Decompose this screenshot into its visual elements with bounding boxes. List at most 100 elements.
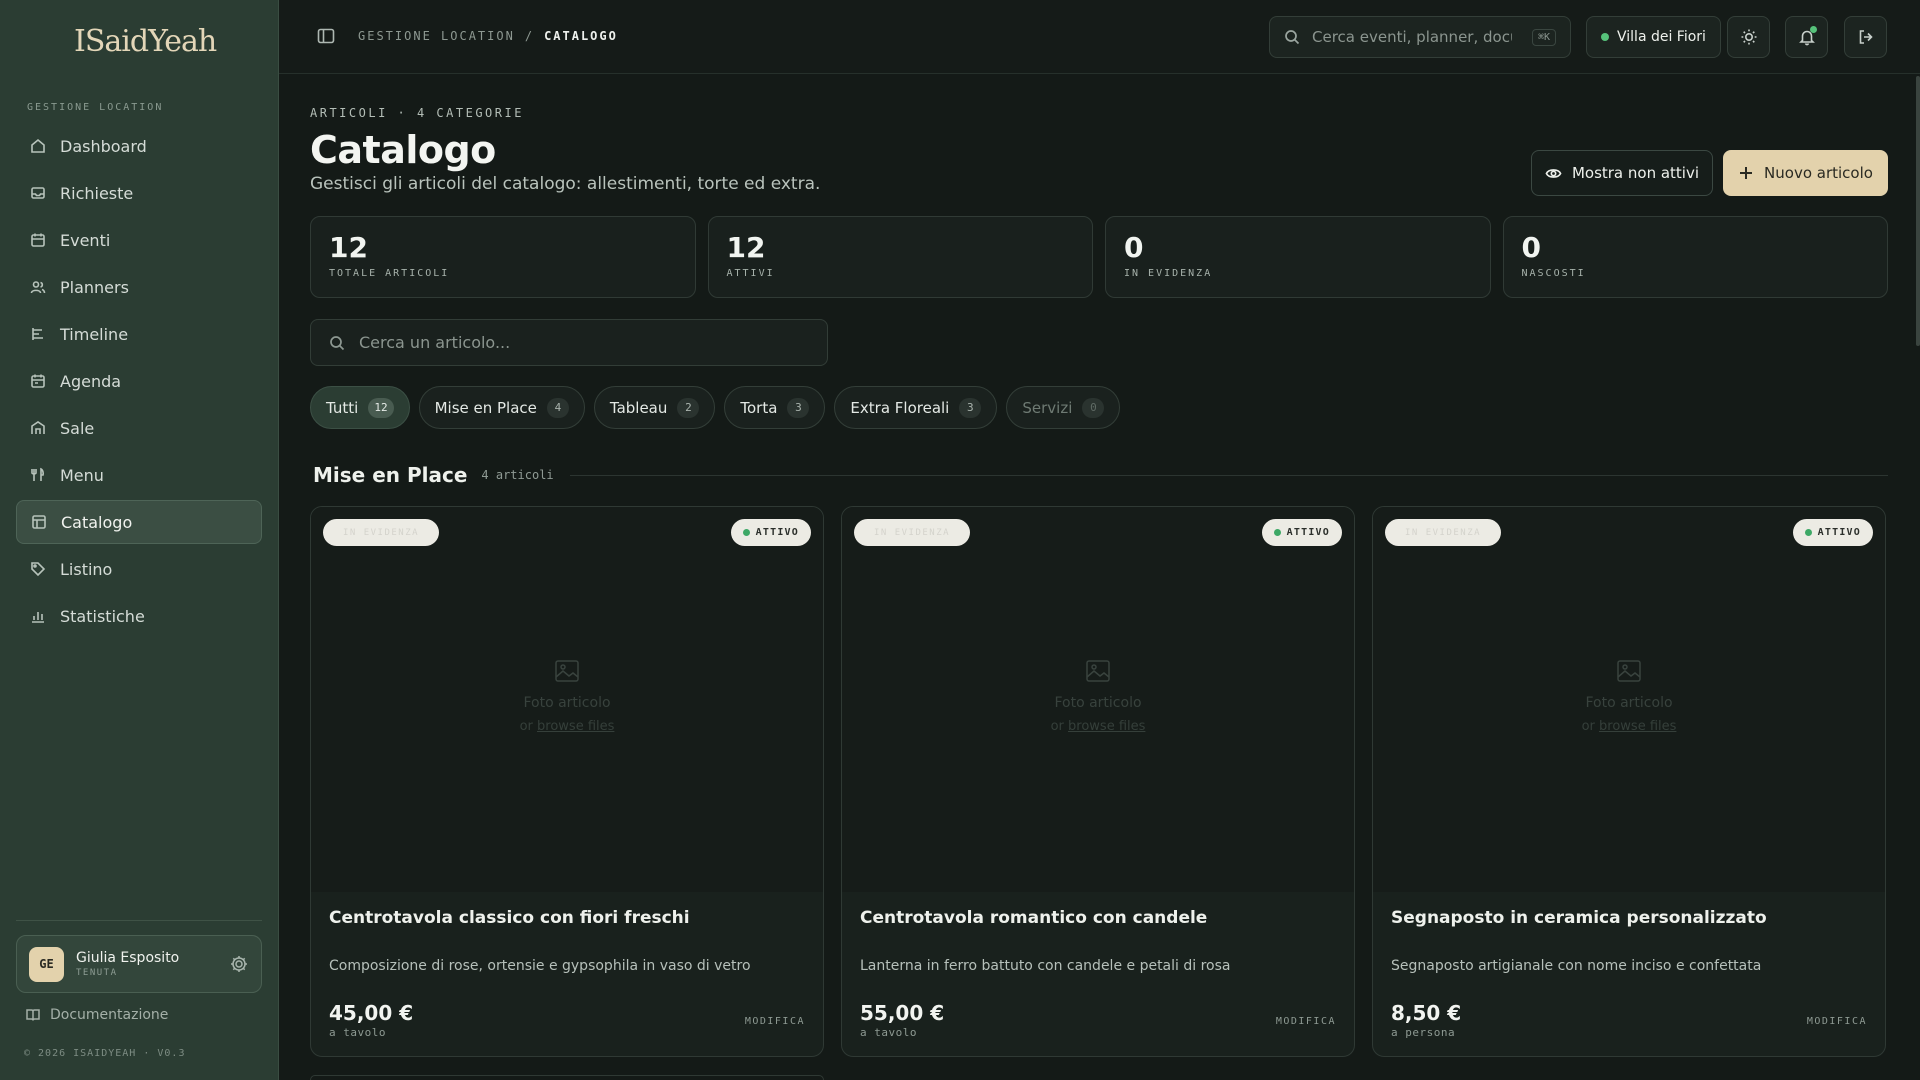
copyright: © 2026 ISAIDYEAH · V0.3	[24, 1048, 186, 1059]
sidebar-item-listino[interactable]: Listino	[16, 547, 262, 591]
section-title: Mise en Place	[313, 463, 468, 487]
sidebar-item-label: Statistiche	[60, 606, 145, 626]
notifications-button[interactable]	[1785, 16, 1828, 58]
new-item-button[interactable]: Nuovo articolo	[1723, 150, 1888, 196]
filter-chip-tableau[interactable]: Tableau 2	[593, 386, 716, 429]
sidebar-item-menu[interactable]: Menu	[16, 453, 262, 497]
status-dot	[1804, 529, 1812, 536]
filter-chip-extra-floreali[interactable]: Extra Floreali 3	[834, 386, 998, 429]
home-icon	[30, 138, 46, 154]
article-search-input[interactable]	[359, 333, 799, 352]
sidebar-item-timeline[interactable]: Timeline	[16, 312, 262, 356]
featured-tag[interactable]: IN EVIDENZA	[854, 519, 970, 546]
featured-tag[interactable]: IN EVIDENZA	[1385, 519, 1501, 546]
sidebar-item-label: Listino	[60, 559, 113, 579]
sidebar-item-label: Menu	[60, 465, 104, 485]
documentation-label: Documentazione	[50, 1007, 169, 1023]
filter-count: 4	[546, 397, 569, 418]
stat-label: IN EVIDENZA	[1124, 267, 1213, 279]
photo-dropzone[interactable]: IN EVIDENZA ATTIVO Foto articolo or brow…	[1373, 507, 1885, 892]
browse-files-link[interactable]: browse files	[537, 719, 614, 734]
gear-icon[interactable]	[229, 954, 249, 974]
article-card[interactable]: IN EVIDENZA ATTIVO Foto articolo or brow…	[310, 506, 824, 1057]
edit-button[interactable]: MODIFICA	[745, 1016, 805, 1027]
filter-count: 2	[677, 397, 700, 418]
user-name: Giulia Esposito	[76, 950, 180, 966]
browse-files-link[interactable]: browse files	[1068, 719, 1145, 734]
tag-icon	[30, 561, 46, 577]
stat-card: 12 ATTIVI	[707, 216, 1093, 298]
filter-chip-tutti[interactable]: Tutti 12	[310, 386, 410, 429]
sidebar-toggle-icon[interactable]	[317, 27, 335, 45]
filter-chip-mise-en-place[interactable]: Mise en Place 4	[418, 386, 585, 429]
photo-dropzone[interactable]: IN EVIDENZA ATTIVO Foto articolo or brow…	[311, 507, 823, 892]
global-search[interactable]: ⌘K	[1269, 16, 1571, 58]
photo-hint: or browse files	[1373, 719, 1885, 734]
card-unit: a tavolo	[329, 1026, 386, 1039]
photo-label: Foto articolo	[523, 695, 611, 711]
filter-count: 3	[959, 397, 982, 418]
venue-selector[interactable]: Villa dei Fiori	[1586, 16, 1721, 58]
next-card-edge	[310, 1075, 824, 1080]
logout-icon	[1859, 30, 1873, 44]
sidebar-item-sale[interactable]: Sale	[16, 406, 262, 450]
venue-status-dot	[1601, 33, 1609, 41]
browse-files-link[interactable]: browse files	[1599, 719, 1676, 734]
featured-tag[interactable]: IN EVIDENZA	[323, 519, 439, 546]
status-label: ATTIVO	[1817, 527, 1861, 538]
article-card[interactable]: IN EVIDENZA ATTIVO Foto articolo or brow…	[1372, 506, 1886, 1057]
status-badge: ATTIVO	[1792, 519, 1873, 546]
photo-hint-prefix: or	[519, 719, 533, 734]
card-description: Segnaposto artigianale con nome inciso e…	[1391, 958, 1762, 974]
page-subtitle: Gestisci gli articoli del catalogo: alle…	[310, 174, 821, 194]
article-grid: IN EVIDENZA ATTIVO Foto articolo or brow…	[310, 506, 1888, 1057]
app-logo[interactable]: ISaidYeah	[74, 24, 217, 68]
user-card[interactable]: GE Giulia Esposito TENUTA	[16, 935, 262, 993]
sidebar-item-statistiche[interactable]: Statistiche	[16, 594, 262, 638]
card-body: Centrotavola romantico con candele Lante…	[842, 892, 1354, 1056]
sidebar-item-dashboard[interactable]: Dashboard	[16, 124, 262, 168]
sidebar-item-planners[interactable]: Planners	[16, 265, 262, 309]
documentation-link[interactable]: Documentazione	[26, 1007, 168, 1023]
card-title: Centrotavola romantico con candele	[860, 908, 1208, 928]
utensils-icon	[30, 467, 46, 483]
sidebar-item-label: Eventi	[60, 230, 111, 250]
sidebar-item-richieste[interactable]: Richieste	[16, 171, 262, 215]
card-price: 8,50 €	[1391, 1001, 1462, 1025]
card-body: Segnaposto in ceramica personalizzato Se…	[1373, 892, 1885, 1056]
breadcrumb-root[interactable]: GESTIONE LOCATION	[358, 29, 515, 43]
photo-dropzone[interactable]: IN EVIDENZA ATTIVO Foto articolo or brow…	[842, 507, 1354, 892]
edit-button[interactable]: MODIFICA	[1276, 1016, 1336, 1027]
edit-button[interactable]: MODIFICA	[1807, 1016, 1867, 1027]
photo-placeholder: Foto articolo or browse files	[842, 657, 1354, 734]
inbox-icon	[30, 185, 46, 201]
filter-label: Torta	[740, 398, 778, 417]
sidebar-item-eventi[interactable]: Eventi	[16, 218, 262, 262]
sidebar-item-label: Dashboard	[60, 136, 147, 156]
main-content: ARTICOLI · 4 CATEGORIE Catalogo Gestisci…	[310, 74, 1888, 1080]
photo-hint: or browse files	[311, 719, 823, 734]
sidebar-item-agenda[interactable]: Agenda	[16, 359, 262, 403]
filter-label: Tutti	[326, 398, 359, 417]
stat-value: 0	[1124, 231, 1144, 264]
card-unit: a persona	[1391, 1026, 1456, 1039]
global-search-input[interactable]	[1312, 28, 1512, 46]
sun-icon	[1741, 29, 1756, 45]
logout-button[interactable]	[1844, 16, 1887, 58]
filter-chip-servizi[interactable]: Servizi 0	[1006, 386, 1121, 429]
theme-toggle-button[interactable]	[1727, 16, 1770, 58]
card-price: 45,00 €	[329, 1001, 414, 1025]
article-card[interactable]: IN EVIDENZA ATTIVO Foto articolo or brow…	[841, 506, 1355, 1057]
photo-label: Foto articolo	[1054, 695, 1142, 711]
filter-label: Tableau	[609, 398, 668, 417]
filter-chip-torta[interactable]: Torta 3	[724, 386, 826, 429]
show-inactive-button[interactable]: Mostra non attivi	[1531, 150, 1713, 196]
show-inactive-label: Mostra non attivi	[1571, 164, 1700, 182]
calendar-icon	[30, 232, 46, 248]
page-scrollbar[interactable]	[1916, 76, 1920, 346]
sidebar-item-catalogo[interactable]: Catalogo	[16, 500, 262, 544]
users-icon	[30, 279, 46, 295]
sidebar-item-label: Agenda	[60, 371, 122, 391]
article-search[interactable]	[310, 319, 828, 366]
sidebar-section-label: GESTIONE LOCATION	[27, 102, 164, 113]
